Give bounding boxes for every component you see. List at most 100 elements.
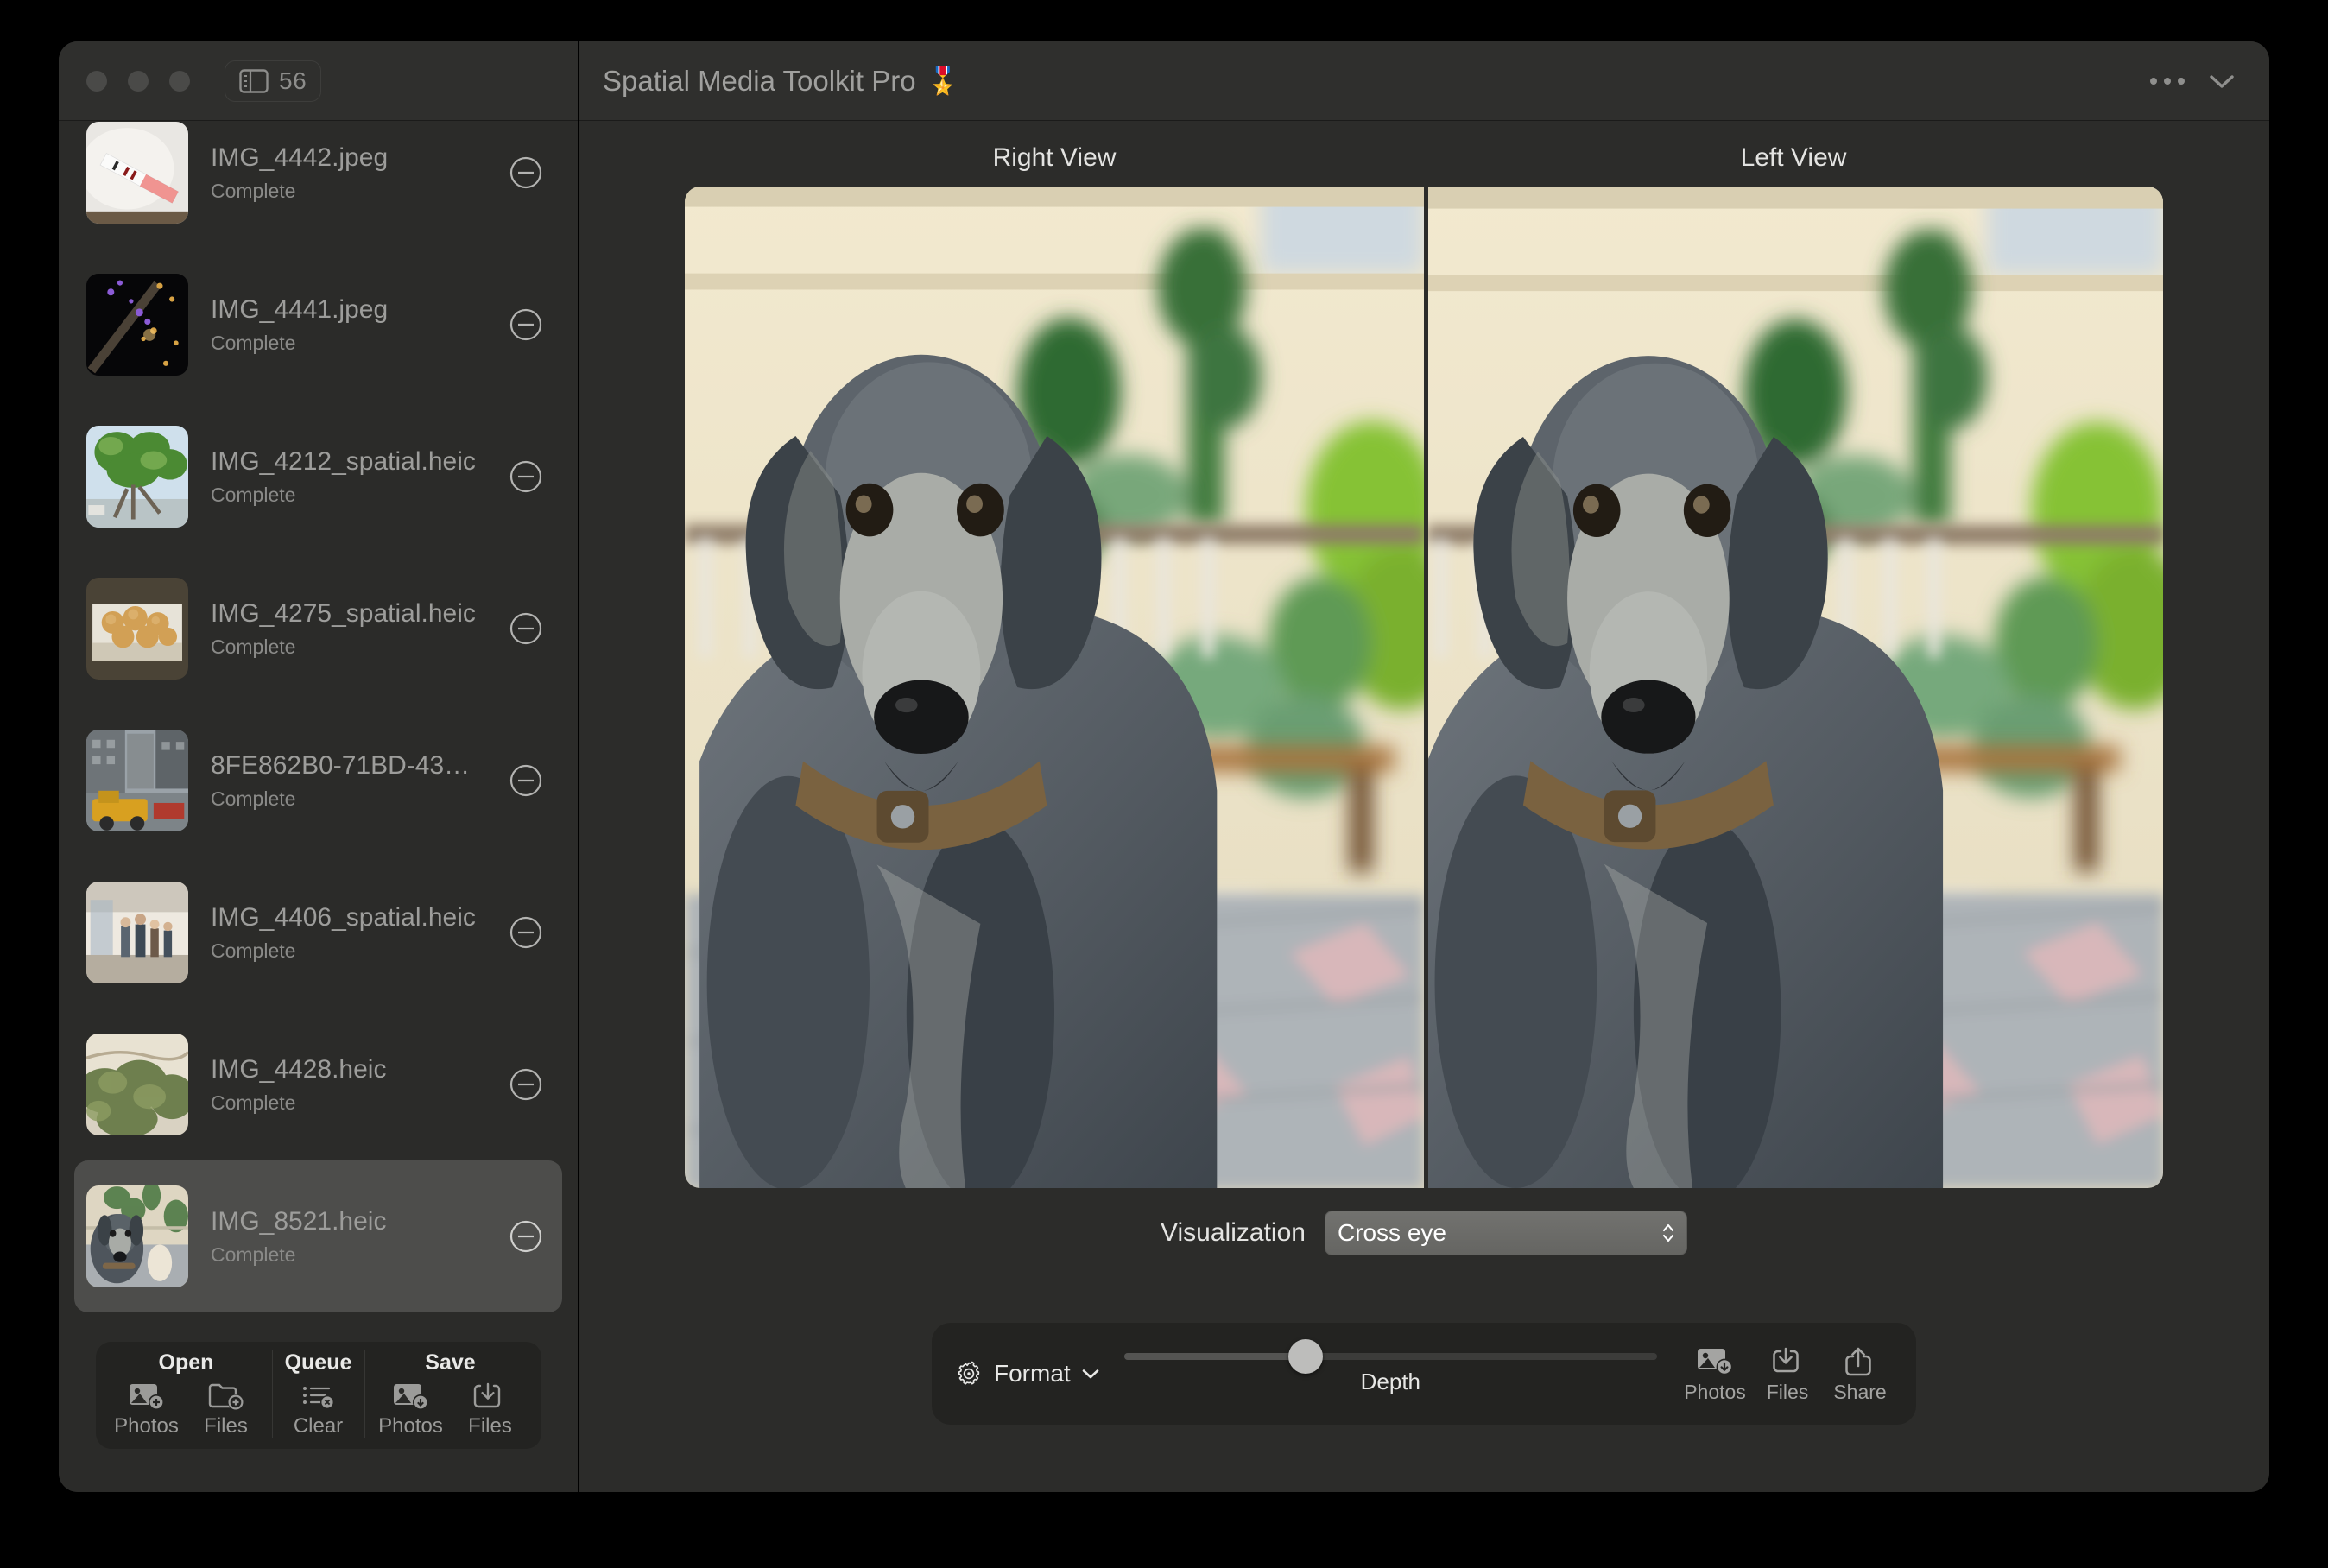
photo-add-icon — [128, 1381, 166, 1412]
list-item[interactable]: IMG_4441.jpeg Complete — [74, 249, 562, 401]
file-queue-list[interactable]: IMG_4442.jpeg Complete — [59, 121, 578, 1330]
sidebar-toolbar-card: Open — [96, 1342, 541, 1449]
close-button[interactable] — [86, 71, 107, 92]
file-thumbnail — [86, 122, 188, 224]
share-icon — [1840, 1344, 1880, 1377]
file-name: IMG_4441.jpeg — [211, 295, 486, 325]
file-status: Complete — [211, 787, 486, 811]
open-photos-button[interactable]: Photos — [110, 1381, 184, 1438]
file-status: Complete — [211, 1243, 486, 1267]
list-item[interactable]: IMG_4442.jpeg Complete — [74, 121, 562, 249]
minus-circle-icon[interactable] — [509, 155, 543, 190]
photo-down-icon — [1695, 1344, 1735, 1377]
sidebar: 56 — [59, 41, 579, 1492]
file-status: Complete — [211, 635, 486, 659]
file-name: 8FE862B0-71BD-43D0-… — [211, 751, 486, 781]
photo-down-icon — [392, 1381, 430, 1412]
file-thumbnail — [86, 274, 188, 376]
file-thumbnail — [86, 882, 188, 983]
file-info: IMG_4428.heic Complete — [211, 1055, 486, 1115]
page-title: Spatial Media Toolkit Pro 🎖️ — [603, 65, 959, 98]
app-window: 56 — [59, 41, 2269, 1492]
toolbar-item-label: Files — [468, 1414, 512, 1438]
list-item[interactable]: IMG_4212_spatial.heic Complete — [74, 401, 562, 553]
action-label: Files — [1767, 1381, 1809, 1404]
minimize-button[interactable] — [128, 71, 149, 92]
list-clear-icon — [300, 1381, 338, 1412]
main-pane: Spatial Media Toolkit Pro 🎖️ — [579, 41, 2269, 1492]
minus-circle-icon[interactable] — [509, 915, 543, 950]
chevron-down-icon[interactable] — [2209, 73, 2235, 89]
file-status: Complete — [211, 939, 486, 963]
depth-slider-track[interactable] — [1124, 1353, 1657, 1360]
toolbar-group-open: Open — [101, 1350, 272, 1438]
left-view-image — [1424, 187, 2163, 1188]
save-files-button[interactable]: Files — [453, 1381, 528, 1438]
updown-chevron-icon — [1661, 1221, 1676, 1245]
open-files-button[interactable]: Files — [189, 1381, 263, 1438]
medal-icon: 🎖️ — [927, 65, 960, 97]
minus-circle-icon[interactable] — [509, 763, 543, 798]
ellipsis-icon[interactable] — [2148, 75, 2186, 87]
zoom-button[interactable] — [169, 71, 190, 92]
file-name: IMG_4442.jpeg — [211, 143, 486, 173]
toolbar-item-label: Photos — [114, 1414, 179, 1438]
left-view-label: Left View — [1424, 143, 2163, 173]
file-thumbnail — [86, 578, 188, 680]
sidebar-titlebar: 56 — [59, 41, 578, 121]
file-info: IMG_4406_spatial.heic Complete — [211, 903, 486, 963]
export-files-button[interactable]: Files — [1754, 1344, 1821, 1404]
stereo-image-pair[interactable] — [685, 187, 2163, 1188]
depth-slider-fill — [1124, 1353, 1306, 1360]
visualization-value: Cross eye — [1338, 1219, 1446, 1247]
minus-circle-icon[interactable] — [509, 1067, 543, 1102]
file-status: Complete — [211, 180, 486, 203]
minus-circle-icon[interactable] — [509, 459, 543, 494]
export-actions: Photos Files — [1681, 1344, 1894, 1404]
depth-slider[interactable]: Depth — [1117, 1353, 1664, 1395]
bottom-controls-wrap: Format Depth — [932, 1255, 1916, 1492]
bottom-control-bar: Format Depth — [932, 1323, 1916, 1425]
main-header: Spatial Media Toolkit Pro 🎖️ — [579, 41, 2269, 121]
file-name: IMG_4428.heic — [211, 1055, 486, 1084]
toolbar-group-title: Save — [425, 1350, 475, 1375]
export-photos-button[interactable]: Photos — [1681, 1344, 1749, 1404]
queue-clear-button[interactable]: Clear — [282, 1381, 356, 1438]
list-item[interactable]: IMG_8521.heic Complete — [74, 1160, 562, 1312]
toolbar-item-label: Files — [204, 1414, 248, 1438]
save-photos-button[interactable]: Photos — [374, 1381, 448, 1438]
right-view-image — [685, 187, 1424, 1188]
file-info: IMG_4442.jpeg Complete — [211, 143, 486, 203]
file-info: IMG_8521.heic Complete — [211, 1207, 486, 1267]
sidebar-item-count: 56 — [279, 67, 307, 95]
sidebar-icon — [239, 69, 269, 93]
depth-label: Depth — [1361, 1369, 1420, 1395]
depth-slider-thumb[interactable] — [1288, 1339, 1323, 1374]
list-item[interactable]: IMG_4406_spatial.heic Complete — [74, 857, 562, 1008]
format-button[interactable]: Format — [954, 1359, 1100, 1388]
minus-circle-icon[interactable] — [509, 307, 543, 342]
toolbar-item-label: Clear — [294, 1414, 343, 1438]
action-label: Share — [1833, 1381, 1886, 1404]
file-info: IMG_4212_spatial.heic Complete — [211, 447, 486, 507]
chevron-down-icon — [1081, 1368, 1100, 1380]
list-item[interactable]: IMG_4275_spatial.heic Complete — [74, 553, 562, 705]
app-title-text: Spatial Media Toolkit Pro — [603, 65, 916, 98]
share-button[interactable]: Share — [1826, 1344, 1894, 1404]
toolbar-group-save: Save — [364, 1350, 536, 1438]
toolbar-item-label: Photos — [378, 1414, 443, 1438]
minus-circle-icon[interactable] — [509, 1219, 543, 1254]
file-status: Complete — [211, 332, 486, 355]
file-info: 8FE862B0-71BD-43D0-… Complete — [211, 751, 486, 811]
visualization-row: Visualization Cross eye — [1161, 1211, 1687, 1255]
action-label: Photos — [1684, 1381, 1746, 1404]
visualization-select[interactable]: Cross eye — [1325, 1211, 1687, 1255]
file-status: Complete — [211, 484, 486, 507]
list-item[interactable]: 8FE862B0-71BD-43D0-… Complete — [74, 705, 562, 857]
sidebar-toggle-button[interactable]: 56 — [225, 60, 321, 102]
file-info: IMG_4441.jpeg Complete — [211, 295, 486, 355]
minus-circle-icon[interactable] — [509, 611, 543, 646]
format-label: Format — [994, 1360, 1071, 1388]
list-item[interactable]: IMG_4428.heic Complete — [74, 1008, 562, 1160]
toolbar-group-title: Open — [159, 1350, 214, 1375]
